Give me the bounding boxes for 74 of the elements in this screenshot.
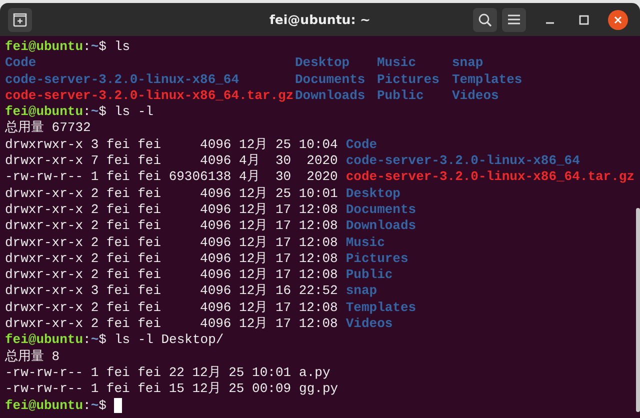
file-details: drwxr-xr-x 2 fei fei 4096 12月 17 12:08 <box>5 218 338 235</box>
output-text: 总用量 8 <box>5 348 60 365</box>
prompt-path: ~ <box>90 332 99 349</box>
prompt-symbol: $ <box>98 39 106 56</box>
file-name: code-server-3.2.0-linux-x86_64.tar.gz <box>5 88 295 104</box>
text-cursor <box>114 398 122 413</box>
command-text: ls <box>114 39 130 56</box>
file-details: drwxr-xr-x 3 fei fei 4096 12月 16 22:52 <box>5 283 338 300</box>
file-details: drwxr-xr-x 2 fei fei 4096 12月 17 12:08 <box>5 300 338 316</box>
file-details: drwxr-xr-x 7 fei fei 4096 4月 30 2020 <box>5 153 338 170</box>
file-name: Public <box>377 88 425 104</box>
prompt-user-host: fei@ubuntu <box>5 332 84 349</box>
output-text: 总用量 67732 <box>5 120 91 137</box>
prompt-path: ~ <box>90 39 99 56</box>
scrollbar-thumb[interactable] <box>636 208 640 412</box>
command-text: ls -l Desktop/ <box>114 332 224 349</box>
new-tab-button[interactable] <box>8 8 32 32</box>
file-details: -rw-rw-r-- 1 fei fei 15 12月 25 00:09 <box>5 381 292 398</box>
file-name: Desktop <box>295 55 351 72</box>
command-text: ls -l <box>114 104 154 120</box>
file-details: drwxr-xr-x 2 fei fei 4096 12月 17 12:08 <box>5 202 338 218</box>
file-name: a.py <box>299 364 330 382</box>
file-details: drwxrwxr-x 3 fei fei 4096 12月 25 10:04 <box>5 136 338 154</box>
file-name: Pictures <box>346 250 408 268</box>
file-name: Code <box>5 55 38 72</box>
file-name: snap <box>452 55 484 72</box>
file-details: -rw-rw-r-- 1 fei fei 69306138 4月 30 2020 <box>5 169 338 186</box>
prompt-path: ~ <box>90 398 99 414</box>
prompt-separator: : <box>83 332 91 349</box>
file-name: Documents <box>295 72 366 88</box>
file-details: drwxr-xr-x 2 fei fei 4096 12月 17 12:08 <box>5 267 338 284</box>
prompt-symbol: $ <box>98 398 106 414</box>
menu-icon <box>508 14 520 25</box>
file-name: code-server-3.2.0-linux-x86_64 <box>346 153 580 170</box>
close-icon <box>613 14 623 24</box>
prompt-symbol: $ <box>98 332 106 349</box>
file-name: Downloads <box>346 218 416 235</box>
file-name: Templates <box>346 300 416 316</box>
window-title: fei@ubuntu: ~ <box>269 12 371 27</box>
file-details: drwxr-xr-x 2 fei fei 4096 12月 17 12:08 <box>5 250 338 268</box>
file-name: snap <box>346 283 378 300</box>
file-details: drwxr-xr-x 2 fei fei 4096 12月 17 12:08 <box>5 234 338 251</box>
file-name: code-server-3.2.0-linux-x86_64 <box>5 72 240 88</box>
close-button[interactable] <box>608 10 628 30</box>
maximize-icon <box>579 14 589 24</box>
search-icon <box>478 12 492 26</box>
file-details: drwxr-xr-x 2 fei fei 4096 12月 25 10:01 <box>5 186 338 202</box>
minimize-icon <box>546 22 554 24</box>
prompt-separator: : <box>83 398 91 414</box>
file-name: Code <box>346 136 378 154</box>
file-name: Pictures <box>377 72 440 88</box>
file-name: Music <box>377 55 418 72</box>
prompt-separator: : <box>83 104 91 120</box>
search-button[interactable] <box>473 8 497 32</box>
prompt-path: ~ <box>90 104 99 120</box>
file-name: Public <box>346 267 393 284</box>
file-name: code-server-3.2.0-linux-x86_64.tar.gz <box>346 169 635 186</box>
prompt-user-host: fei@ubuntu <box>5 39 84 56</box>
file-name: Desktop <box>346 186 400 202</box>
file-name: Downloads <box>295 88 366 104</box>
prompt-user-host: fei@ubuntu <box>5 104 84 120</box>
new-tab-icon <box>13 12 27 26</box>
prompt-user-host: fei@ubuntu <box>5 398 84 414</box>
file-name: Documents <box>346 202 416 218</box>
file-name: Videos <box>452 88 500 104</box>
file-details: drwxr-xr-x 2 fei fei 4096 12月 17 12:08 <box>5 316 338 332</box>
prompt-separator: : <box>83 39 91 56</box>
file-name: gg.py <box>299 381 338 398</box>
file-details: -rw-rw-r-- 1 fei fei 22 12月 25 10:01 <box>5 364 292 382</box>
file-name: Music <box>346 234 385 251</box>
menu-button[interactable] <box>502 8 526 32</box>
prompt-symbol: $ <box>98 104 106 120</box>
file-name: Videos <box>346 316 393 332</box>
file-name: Templates <box>452 72 524 88</box>
